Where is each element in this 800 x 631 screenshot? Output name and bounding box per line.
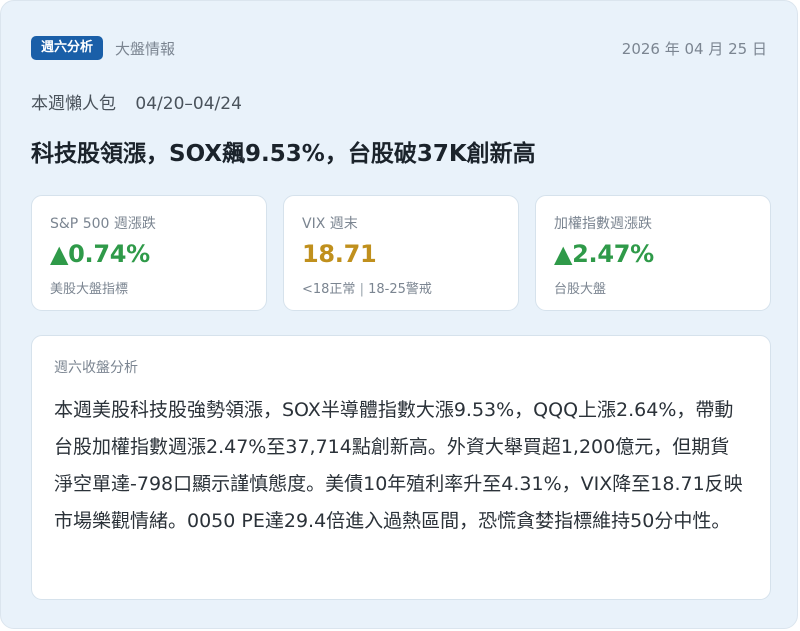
analysis-body: 本週美股科技股強勢領漲，SOX半導體指數大漲9.53%，QQQ上漲2.64%，帶… <box>54 399 743 532</box>
weekly-summary-label: 本週懶人包 <box>31 94 116 114</box>
report-headline: 科技股領漲，SOX飆9.53%，台股破37K創新高 <box>31 141 536 167</box>
weekly-report-card: 週六分析 大盤情報 2026 年 04 月 25 日 本週懶人包 04/20–0… <box>0 0 798 629</box>
metric-note: 美股大盤指標 <box>50 282 129 297</box>
metric-note: 台股大盤 <box>554 282 607 297</box>
metric-value: ▲2.47% <box>554 240 654 268</box>
metric-label: S&P 500 週漲跌 <box>50 216 156 232</box>
weekly-summary-row: 本週懶人包 04/20–04/24 <box>31 89 242 114</box>
metric-value: 18.71 <box>302 240 377 268</box>
week-date-range: 04/20–04/24 <box>135 94 242 114</box>
sp500-metric-card: S&P 500 週漲跌 ▲0.74% 美股大盤指標 <box>31 195 267 311</box>
metric-value: ▲0.74% <box>50 240 150 268</box>
closing-analysis-panel: 週六收盤分析 本週美股科技股強勢領漲，SOX半導體指數大漲9.53%，QQQ上漲… <box>31 335 771 600</box>
metric-label: 加權指數週漲跌 <box>554 216 652 232</box>
metric-label: VIX 週末 <box>302 216 358 232</box>
analysis-title: 週六收盤分析 <box>54 360 138 376</box>
report-date: 2026 年 04 月 25 日 <box>621 39 767 58</box>
vix-normal-range: <18正常 <box>302 282 356 297</box>
note-separator: | <box>359 282 364 297</box>
category-label: 大盤情報 <box>115 39 176 58</box>
weekly-analysis-tag[interactable]: 週六分析 <box>31 36 104 60</box>
metric-note: <18正常 | 18-25警戒 <box>302 278 432 297</box>
vix-metric-card: VIX 週末 18.71 <18正常 | 18-25警戒 <box>283 195 519 311</box>
taiex-metric-card: 加權指數週漲跌 ▲2.47% 台股大盤 <box>535 195 771 311</box>
vix-warning-range: 18-25警戒 <box>368 282 432 297</box>
report-header: 週六分析 大盤情報 2026 年 04 月 25 日 <box>31 35 767 61</box>
